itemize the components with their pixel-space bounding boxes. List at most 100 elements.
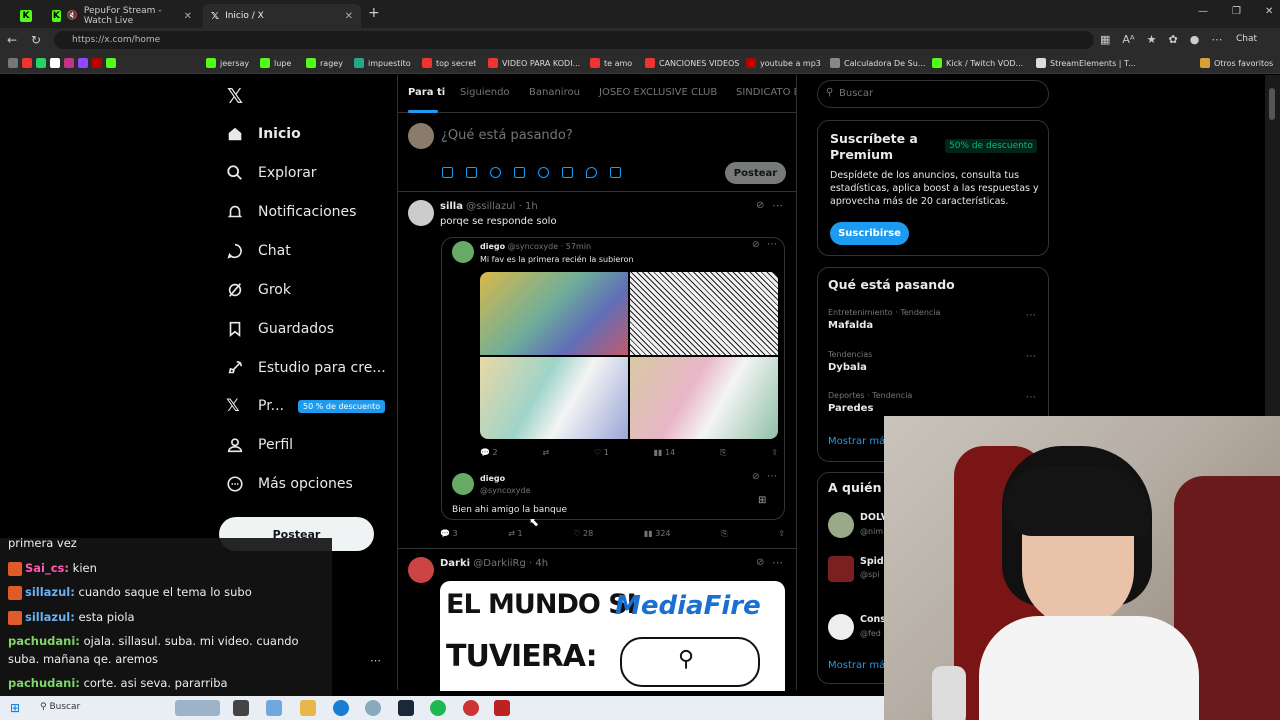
avatar[interactable] (452, 473, 474, 495)
media-image[interactable] (630, 356, 778, 439)
views-button[interactable]: ▮▮ 14 (654, 448, 676, 458)
bookmark-te-amo[interactable]: te amo (590, 56, 632, 70)
show-more-link[interactable]: Mostrar más (828, 660, 891, 671)
taskbar-app-icon[interactable] (266, 700, 282, 716)
translate-icon[interactable]: ⊞ (758, 495, 766, 506)
avatar[interactable] (408, 557, 434, 583)
gif-icon[interactable] (466, 167, 477, 178)
tweet-author[interactable]: silla @ssillazul · 1h (440, 201, 538, 212)
avatar[interactable] (408, 123, 434, 149)
poll-icon[interactable] (514, 167, 525, 178)
nav-item-grok[interactable]: Grok (226, 276, 291, 304)
nav-item-guardados[interactable]: Guardados (226, 315, 334, 343)
nav-item-inicio[interactable]: Inicio (226, 120, 301, 148)
tweet-image[interactable]: EL MUNDO SI MediaFire TUVIERA: ⚲ (440, 581, 785, 691)
pinterest-icon[interactable] (92, 58, 102, 68)
media-image[interactable] (480, 272, 628, 355)
minimize-icon[interactable]: — (1198, 6, 1208, 17)
more-icon[interactable]: ⋯ (772, 556, 783, 569)
bookmark-streamelements[interactable]: StreamElements | T... (1036, 56, 1136, 70)
subscribe-button[interactable]: Suscribirse (830, 222, 909, 245)
more-icon[interactable]: ⋯ (767, 471, 777, 482)
browser-tab-kick[interactable]: K (12, 4, 42, 28)
reply-button[interactable]: 💬 2 (480, 448, 498, 458)
bookmark-video-kodi[interactable]: VIDEO PARA KODI... (488, 56, 580, 70)
close-icon[interactable]: ✕ (184, 11, 192, 22)
nav-item-chat[interactable]: Chat (226, 237, 291, 265)
quote-author[interactable]: diego @syncoxyde · 57min (480, 242, 591, 251)
taskbar-search[interactable]: ⚲ Buscar (40, 702, 80, 712)
bookmark-calculadora[interactable]: Calculadora De Su... (830, 56, 925, 70)
more-icon[interactable]: ⋯ (767, 239, 777, 250)
bookmark-lupe[interactable]: lupe (260, 56, 291, 70)
nav-item-perfil[interactable]: Perfil (226, 431, 293, 459)
x-icon[interactable] (50, 58, 60, 68)
nav-item-mas-opciones[interactable]: Más opciones (226, 470, 353, 498)
more-icon[interactable]: ⋯ (772, 199, 783, 212)
tab-bananirou[interactable]: Bananirou (529, 87, 580, 98)
bookmark-kick-twitch-vod[interactable]: Kick / Twitch VOD... (932, 56, 1023, 70)
tab-para-ti[interactable]: Para ti (408, 87, 445, 98)
bookmark-impuestito[interactable]: impuestito (354, 56, 411, 70)
share-icon[interactable]: ⇪ (771, 448, 778, 458)
like-button[interactable]: ♡ 1 (594, 448, 609, 458)
collections-icon[interactable] (8, 58, 18, 68)
kick-icon[interactable] (106, 58, 116, 68)
page-scrollbar[interactable] (1265, 75, 1280, 416)
trend-item[interactable]: Dybala (828, 362, 867, 373)
media-image[interactable] (630, 272, 778, 355)
emoji-icon[interactable] (538, 167, 549, 178)
image-icon[interactable] (442, 167, 453, 178)
x-logo-icon[interactable]: 𝕏 (227, 84, 243, 108)
steam-icon[interactable] (398, 700, 414, 716)
instagram-icon[interactable] (64, 58, 74, 68)
quote-image-grid[interactable] (480, 272, 778, 439)
nav-item-estudio[interactable]: Estudio para cre... (226, 354, 386, 382)
extensions-icon[interactable]: ✿ (1169, 33, 1178, 46)
tab-sindicato[interactable]: SINDICATO D (736, 87, 796, 98)
reader-icon[interactable]: ▦ (1100, 33, 1110, 46)
whatsapp-icon[interactable] (36, 58, 46, 68)
browser-tab-stream[interactable]: K 🔇 PepuFor Stream - Watch Live ✕ (44, 4, 200, 28)
windows-start-icon[interactable]: ⊞ (10, 701, 20, 715)
taskbar-app-icon[interactable] (365, 700, 381, 716)
bookmark-jeersay[interactable]: jeersay (206, 56, 249, 70)
more-icon[interactable]: ⋯ (1026, 392, 1036, 403)
reload-icon[interactable]: ↻ (31, 33, 41, 47)
more-icon[interactable]: ⋯ (1211, 33, 1222, 46)
trend-item[interactable]: Paredes (828, 403, 873, 414)
share-icon[interactable]: ⇪ (778, 529, 785, 539)
flag-icon[interactable] (610, 167, 621, 178)
composer-input[interactable]: ¿Qué está pasando? (441, 128, 573, 143)
nav-item-premium[interactable]: 𝕏 Pr... 50 % de descuento (226, 392, 386, 420)
avatar[interactable] (828, 556, 854, 582)
tab-siguiendo[interactable]: Siguiendo (460, 87, 510, 98)
more-icon[interactable]: ⋯ (1026, 310, 1036, 321)
youtube-icon[interactable] (22, 58, 32, 68)
tab-joseo[interactable]: JOSEO EXCLUSIVE CLUB (599, 87, 717, 98)
retweet-button[interactable]: ⇄ (542, 448, 549, 458)
bookmark-youtube-mp3[interactable]: youtube a mp3 (746, 56, 821, 70)
show-more-link[interactable]: Mostrar más (828, 436, 891, 447)
schedule-icon[interactable] (562, 167, 573, 178)
tweet-author[interactable]: Darki @DarkiiRg · 4h (440, 558, 548, 569)
edge-icon[interactable] (333, 700, 349, 716)
composer-post-button[interactable]: Postear (725, 162, 786, 184)
retweet-button[interactable]: ⇄ 1 (508, 529, 522, 539)
trend-item[interactable]: Mafalda (828, 320, 873, 331)
views-button[interactable]: ▮▮ 324 (644, 529, 671, 539)
grok-icon[interactable]: ⊘ (756, 200, 764, 211)
avatar[interactable] (408, 200, 434, 226)
grok-icon[interactable] (490, 167, 501, 178)
url-field[interactable]: https://x.com/home (54, 31, 1094, 49)
task-view-icon[interactable] (233, 700, 249, 716)
bookmark-icon[interactable]: ⎘ (721, 529, 727, 539)
like-button[interactable]: ♡ 28 (573, 529, 593, 539)
nav-item-explorar[interactable]: Explorar (226, 159, 317, 187)
mute-icon[interactable]: 🔇 (67, 11, 78, 21)
font-icon[interactable]: Aᴬ (1122, 33, 1134, 46)
star-icon[interactable]: ★ (1147, 33, 1157, 46)
location-icon[interactable] (586, 167, 597, 178)
bookmark-ragey[interactable]: ragey (306, 56, 343, 70)
follow-user-name[interactable]: Cons (860, 614, 886, 625)
